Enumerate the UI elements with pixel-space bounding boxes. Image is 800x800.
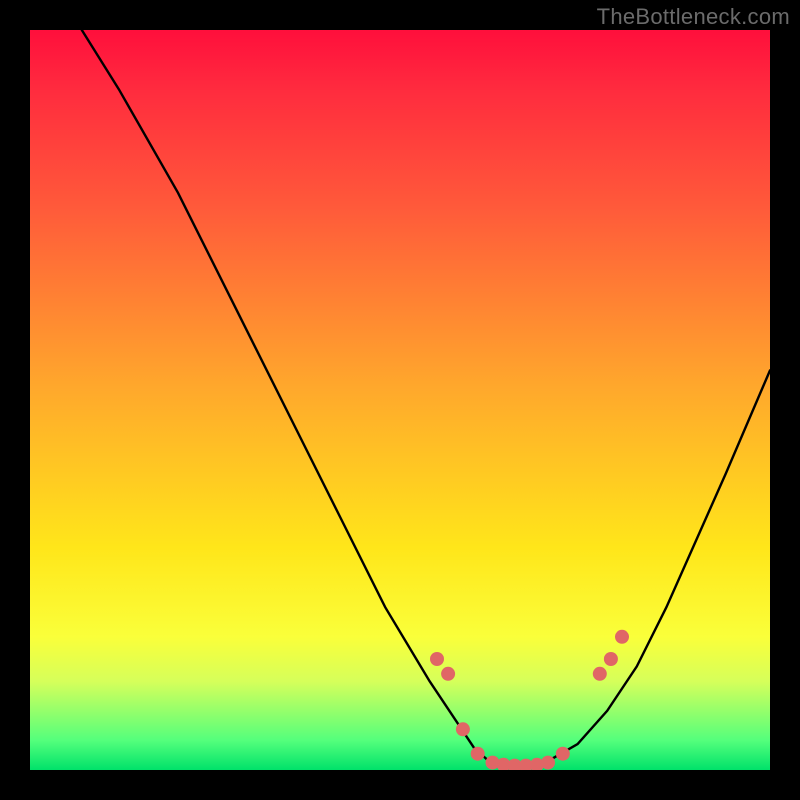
bottleneck-curve <box>82 30 770 766</box>
marker-dot <box>441 667 455 681</box>
plot-area <box>30 30 770 770</box>
marker-dot <box>456 722 470 736</box>
curve-svg <box>30 30 770 770</box>
marker-dot <box>556 747 570 761</box>
chart-frame: TheBottleneck.com <box>0 0 800 800</box>
marker-dot <box>471 747 485 761</box>
marker-dot <box>615 630 629 644</box>
marker-dot <box>541 756 555 770</box>
marker-dot <box>593 667 607 681</box>
watermark-text: TheBottleneck.com <box>597 4 790 30</box>
threshold-markers <box>430 630 629 770</box>
marker-dot <box>604 652 618 666</box>
marker-dot <box>430 652 444 666</box>
